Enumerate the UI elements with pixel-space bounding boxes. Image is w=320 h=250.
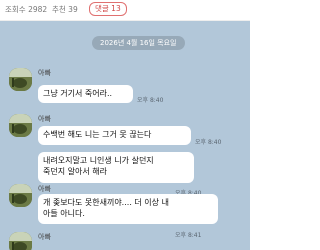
avatar-photo-icon (9, 232, 32, 250)
message-line: 개 좆보다도 못한새끼야.... 더 이상 내 (43, 198, 169, 207)
view-count: 조회수 2982 (5, 5, 48, 14)
sender-avatar (9, 68, 32, 91)
message-text: 그냥 거기서 죽어라.. (43, 89, 113, 98)
sender-name: 아빠 (38, 115, 51, 123)
message-time: 오후 8:40 (137, 97, 164, 104)
sender-avatar (9, 184, 32, 207)
chat-bubble: 수백번 해도 니는 그거 못 끊는다 (38, 126, 191, 145)
sender-name: 아빠 (38, 185, 51, 193)
message-text: 수백번 해도 니는 그거 못 끊는다 (43, 130, 152, 139)
message-line: 죽던지 알아서 해라 (43, 167, 107, 176)
avatar-photo-icon (9, 68, 32, 91)
chat-bubble: 그냥 거기서 죽어라.. (38, 85, 133, 103)
sender-avatar (9, 232, 32, 250)
date-divider: 2026년 4월 16일 목요일 (92, 36, 185, 50)
comment-count-badge[interactable]: 댓글 13 (89, 2, 127, 16)
avatar-photo-icon (9, 114, 32, 137)
avatar-photo-icon (9, 184, 32, 207)
sender-name: 아빠 (38, 69, 51, 77)
recommend-count: 추천 39 (52, 5, 78, 14)
sender-name: 아빠 (38, 233, 51, 241)
chat-screenshot: 2026년 4월 16일 목요일 아빠 그냥 거기서 죽어라.. 오후 8:40 (0, 21, 250, 250)
post-stats-bar: 조회수 2982 추천 39 댓글 13 (0, 0, 250, 20)
chat-bubble: 내려오지말고 니인생 니가 살던지 죽던지 알아서 해라 (38, 152, 194, 183)
chat-bubble: 개 좆보다도 못한새끼야.... 더 이상 내 아들 아니다. (38, 194, 218, 224)
message-line: 내려오지말고 니인생 니가 살던지 (43, 156, 154, 165)
message-time: 오후 8:40 (195, 139, 222, 146)
sender-avatar (9, 114, 32, 137)
message-time: 오후 8:41 (175, 232, 202, 239)
message-line: 아들 아니다. (43, 209, 85, 218)
